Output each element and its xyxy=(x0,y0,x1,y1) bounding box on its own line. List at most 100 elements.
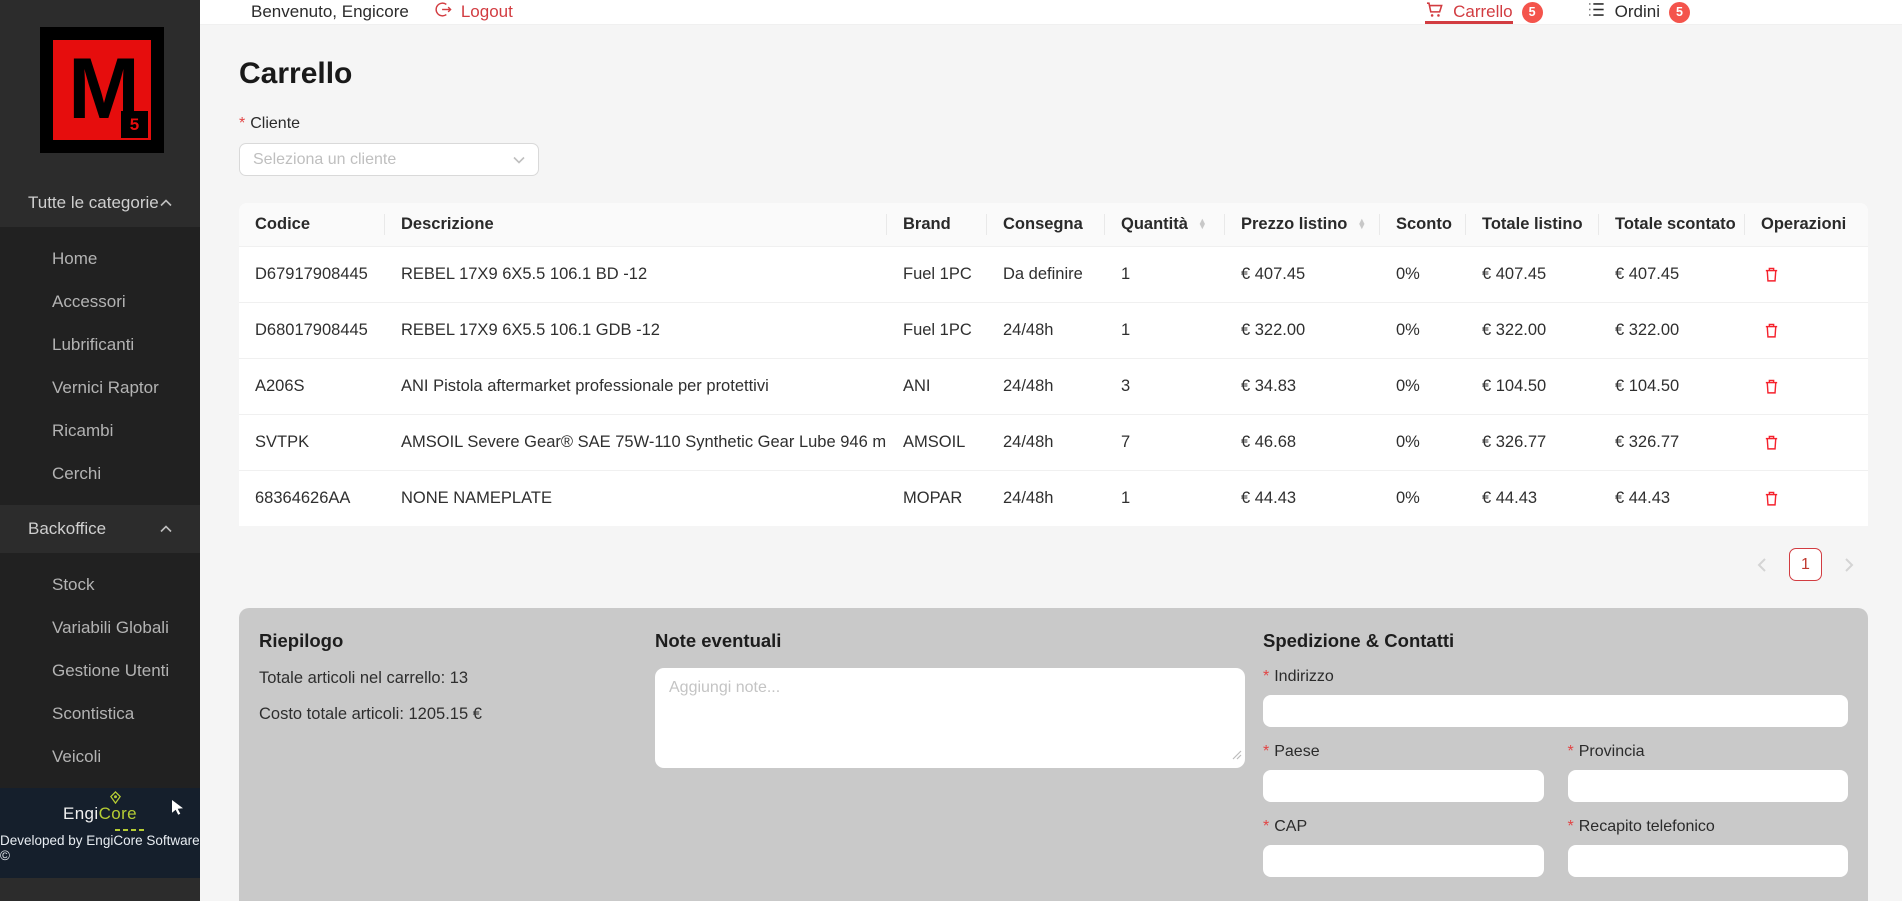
next-page-button[interactable] xyxy=(1834,550,1864,580)
sidebar-item[interactable]: Gestione Utenti xyxy=(0,649,200,692)
cap-input[interactable] xyxy=(1263,845,1544,877)
trash-icon xyxy=(1763,490,1780,507)
cell-codice: D68017908445 xyxy=(239,302,385,358)
cell-totale-listino: € 407.45 xyxy=(1466,246,1599,302)
chevron-up-icon xyxy=(160,525,172,533)
col-quantita-sortable[interactable]: Quantità▲▼ xyxy=(1105,203,1225,246)
sidebar-item[interactable]: Lubrificanti xyxy=(0,323,200,366)
engicore-logo: EngiCore xyxy=(63,804,137,824)
topbar: Benvenuto, Engicore Logout Carrello 5 xyxy=(200,0,1902,25)
sidebar-item[interactable]: Vernici Raptor xyxy=(0,366,200,409)
main-area: Benvenuto, Engicore Logout Carrello 5 xyxy=(200,0,1902,901)
sidebar-bottom-strip xyxy=(0,878,200,901)
prev-page-button[interactable] xyxy=(1747,550,1777,580)
cursor-arrow-icon xyxy=(171,800,184,820)
cell-consegna: Da definire xyxy=(987,246,1105,302)
sidebar-group-label: Backoffice xyxy=(28,519,106,539)
required-mark: * xyxy=(239,115,245,133)
sidebar-item[interactable]: Home xyxy=(0,237,200,280)
sidebar-item-label: Gestione Utenti xyxy=(52,661,169,681)
cart-table-card: Codice Descrizione Brand Consegna Quanti… xyxy=(239,203,1868,526)
trash-icon xyxy=(1763,378,1780,395)
cell-prezzo-listino: € 322.00 xyxy=(1225,302,1380,358)
sidebar-item[interactable]: Ricambi xyxy=(0,409,200,452)
cell-totale-scontato: € 326.77 xyxy=(1599,414,1745,470)
cell-codice: A206S xyxy=(239,358,385,414)
delete-row-button[interactable] xyxy=(1761,376,1782,397)
sidebar-item-label: Variabili Globali xyxy=(52,618,169,638)
notes-title: Note eventuali xyxy=(655,630,1245,652)
logout-button[interactable]: Logout xyxy=(435,1,513,23)
sidebar-item[interactable]: Stock xyxy=(0,563,200,606)
provincia-input[interactable] xyxy=(1568,770,1849,802)
notes-section: Note eventuali xyxy=(655,630,1245,901)
sidebar-item[interactable]: Cerchi xyxy=(0,452,200,495)
cell-brand: Fuel 1PC xyxy=(887,246,987,302)
client-field-label: * Cliente xyxy=(239,115,1868,133)
cell-brand: MOPAR xyxy=(887,470,987,526)
table-row: D68017908445 REBEL 17X9 6X5.5 106.1 GDB … xyxy=(239,302,1868,358)
sidebar-item[interactable]: Accessori xyxy=(0,280,200,323)
table-row: A206S ANI Pistola aftermarket profession… xyxy=(239,358,1868,414)
col-totale-scontato: Totale scontato xyxy=(1599,203,1745,246)
cell-totale-scontato: € 104.50 xyxy=(1599,358,1745,414)
tab-ordini-label: Ordini xyxy=(1615,2,1660,22)
client-select[interactable] xyxy=(239,143,539,176)
page-number-button[interactable]: 1 xyxy=(1789,548,1822,581)
shipping-section: Spedizione & Contatti * Indirizzo * Paes… xyxy=(1263,630,1848,901)
trash-icon xyxy=(1763,434,1780,451)
cell-sconto: 0% xyxy=(1380,414,1466,470)
trash-icon xyxy=(1763,266,1780,283)
sort-icons: ▲▼ xyxy=(1198,219,1207,230)
summary-items-line: Totale articoli nel carrello: 13 xyxy=(259,669,637,688)
paese-input[interactable] xyxy=(1263,770,1544,802)
cell-descrizione: NONE NAMEPLATE xyxy=(385,470,887,526)
cell-totale-scontato: € 44.43 xyxy=(1599,470,1745,526)
tab-ordini[interactable]: Ordini 5 xyxy=(1587,0,1690,24)
brand-logo-container: M 5 xyxy=(0,0,200,179)
col-prezzo-listino-sortable[interactable]: Prezzo listino▲▼ xyxy=(1225,203,1380,246)
engicore-tagline-marks xyxy=(115,829,144,831)
cell-quantita: 1 xyxy=(1105,302,1225,358)
recapito-input[interactable] xyxy=(1568,845,1849,877)
sidebar-footer: EngiCore Developed by EngiCore Software … xyxy=(0,788,200,878)
col-sconto: Sconto xyxy=(1380,203,1466,246)
sidebar-item[interactable]: Scontistica xyxy=(0,692,200,735)
summary-section: Riepilogo Totale articoli nel carrello: … xyxy=(259,630,637,901)
cell-brand: ANI xyxy=(887,358,987,414)
notes-textarea[interactable] xyxy=(655,668,1245,768)
cart-table: Codice Descrizione Brand Consegna Quanti… xyxy=(239,203,1868,526)
paese-label: * Paese xyxy=(1263,743,1544,761)
cell-prezzo-listino: € 407.45 xyxy=(1225,246,1380,302)
summary-cost-line: Costo totale articoli: 1205.15 € xyxy=(259,705,637,724)
cell-descrizione: ANI Pistola aftermarket professionale pe… xyxy=(385,358,887,414)
tab-carrello-label: Carrello xyxy=(1453,2,1513,22)
delete-row-button[interactable] xyxy=(1761,432,1782,453)
client-select-input[interactable] xyxy=(253,151,513,169)
cell-descrizione: REBEL 17X9 6X5.5 106.1 BD -12 xyxy=(385,246,887,302)
sidebar-item[interactable]: Veicoli xyxy=(0,735,200,778)
cell-codice: 68364626AA xyxy=(239,470,385,526)
delete-row-button[interactable] xyxy=(1761,320,1782,341)
sidebar-item[interactable]: Variabili Globali xyxy=(0,606,200,649)
cell-descrizione: REBEL 17X9 6X5.5 106.1 GDB -12 xyxy=(385,302,887,358)
developed-by-text: Developed by EngiCore Software © xyxy=(0,833,200,863)
sidebar-group-backoffice[interactable]: Backoffice xyxy=(0,505,200,553)
m5-logo: M 5 xyxy=(40,27,164,153)
resize-grip-icon[interactable] xyxy=(1232,747,1242,765)
sidebar-submenu-categorie: Home Accessori Lubrificanti Vernici Rapt… xyxy=(0,227,200,505)
delete-row-button[interactable] xyxy=(1761,488,1782,509)
tab-carrello[interactable]: Carrello 5 xyxy=(1425,0,1543,24)
indirizzo-input[interactable] xyxy=(1263,695,1848,727)
col-totale-listino: Totale listino xyxy=(1466,203,1599,246)
logout-icon xyxy=(435,1,452,23)
orders-count-badge: 5 xyxy=(1669,2,1690,23)
sidebar-item-label: Accessori xyxy=(52,292,126,312)
sidebar-item-label: Lubrificanti xyxy=(52,335,134,355)
cell-quantita: 1 xyxy=(1105,246,1225,302)
checkout-panel: Riepilogo Totale articoli nel carrello: … xyxy=(239,608,1868,901)
cell-operazioni xyxy=(1745,358,1868,414)
provincia-label: * Provincia xyxy=(1568,743,1849,761)
delete-row-button[interactable] xyxy=(1761,264,1782,285)
sidebar-group-categorie[interactable]: Tutte le categorie xyxy=(0,179,200,227)
